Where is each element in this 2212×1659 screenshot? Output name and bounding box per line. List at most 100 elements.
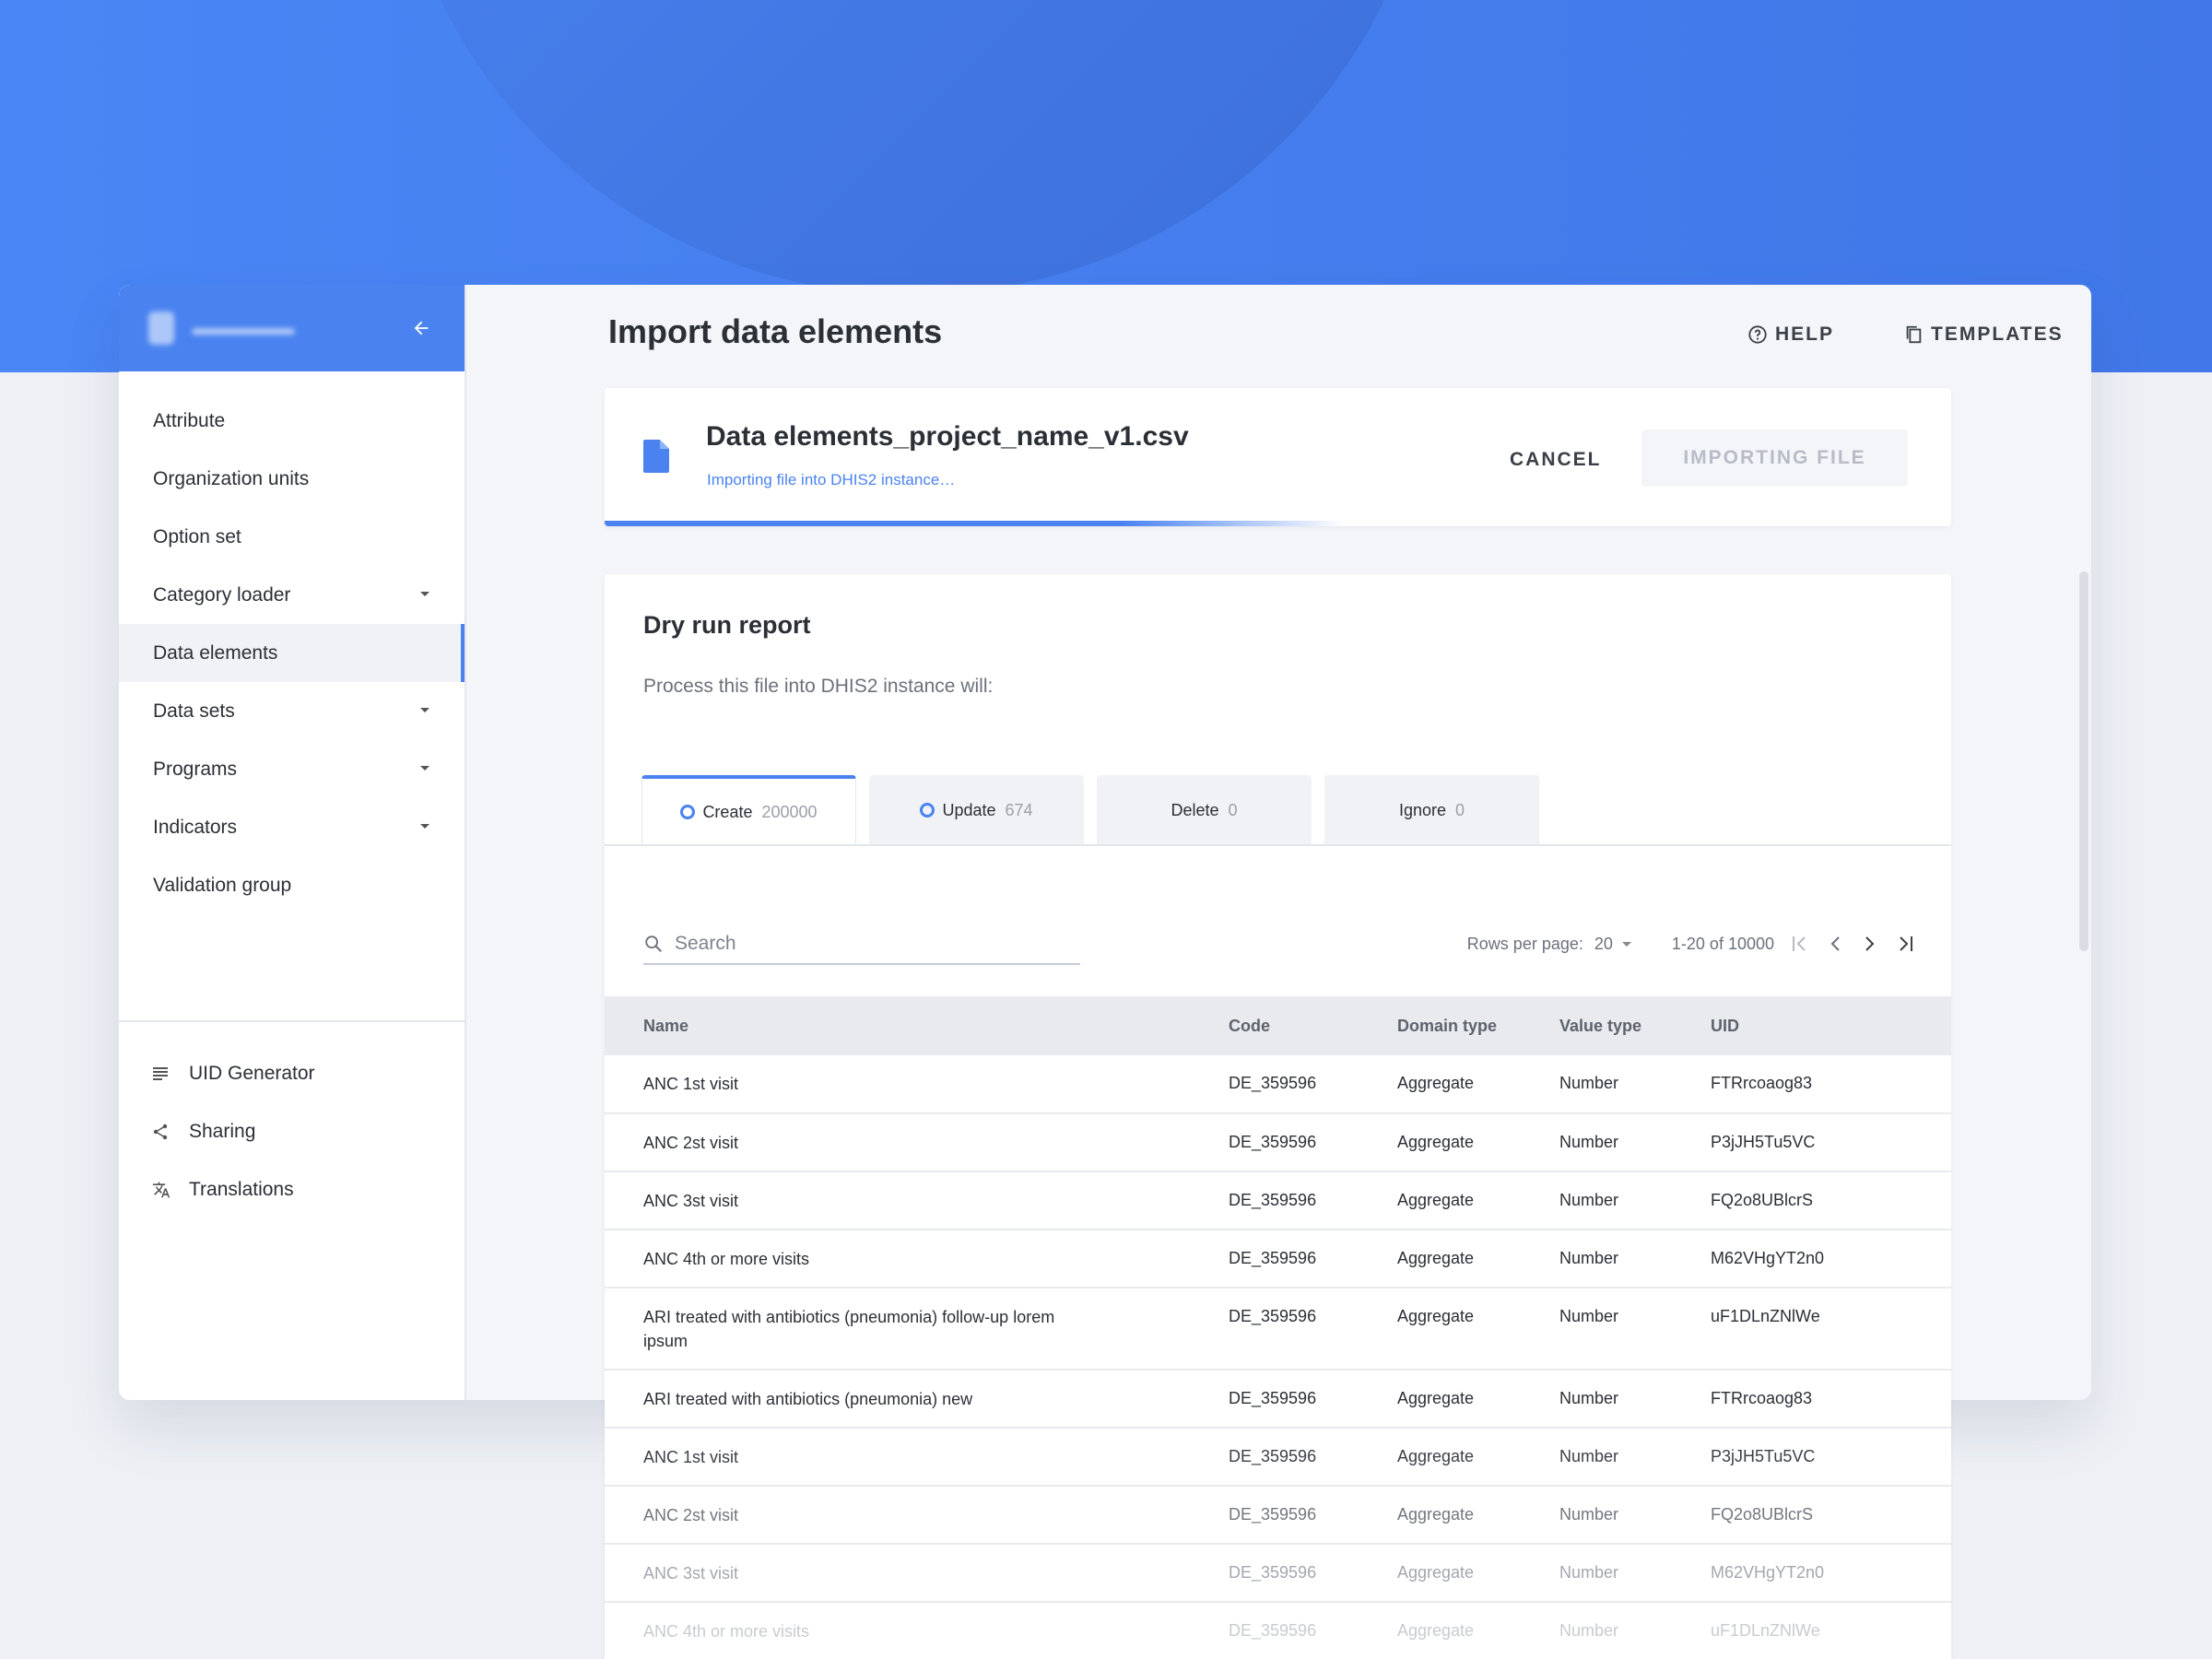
chevron-right-icon [1865, 936, 1875, 951]
sidebar-item-label: Translations [189, 1178, 294, 1200]
tab-delete[interactable]: Delete 0 [1097, 775, 1312, 845]
importing-file-button[interactable]: IMPORTING FILE [1641, 429, 1908, 487]
search-input[interactable] [675, 933, 1062, 955]
column-header-name[interactable]: Name [605, 996, 1229, 1055]
app-brand: ▬▬▬▬▬ [193, 316, 294, 339]
table-row[interactable]: ANC 4th or more visits DE_359596 Aggregate… [605, 1602, 1951, 1659]
cell-text: Aggregate [1397, 1249, 1475, 1267]
table-cell: DE_359596 [1229, 1544, 1397, 1603]
sidebar-item-data-elements[interactable]: Data elements [119, 624, 465, 682]
templates-label: TEMPLATES [1931, 324, 2064, 345]
table-row[interactable]: ANC 1st visit DE_359596 Aggregate Number FTR… [605, 1055, 1951, 1114]
table-cell: ANC 3st visit [605, 1544, 1229, 1603]
cell-text: ANC 3st visit [643, 1564, 739, 1583]
data-elements-table: Name Code Domain type Value type UID ANC… [605, 996, 1951, 1659]
rows-per-page-label: Rows per page: [1466, 934, 1583, 953]
table-cell: Number [1559, 1428, 1711, 1487]
sidebar-item-indicators[interactable]: Indicators [119, 798, 465, 856]
cell-text: Number [1559, 1505, 1619, 1524]
sidebar-item-label: Organization units [153, 467, 310, 489]
sidebar: ▬▬▬▬▬ Attribute Organization units Option … [119, 285, 466, 1400]
scrollbar[interactable] [2079, 571, 2088, 951]
sidebar-item-option-set[interactable]: Option set [119, 508, 465, 566]
table-cell: Number [1559, 1486, 1711, 1545]
templates-button[interactable]: TEMPLATES [1903, 324, 2064, 346]
sidebar-item-data-sets[interactable]: Data sets [119, 682, 465, 740]
column-header-domain-type[interactable]: Domain type [1397, 996, 1559, 1055]
sidebar-header: ▬▬▬▬▬ [119, 285, 465, 371]
tab-count: 674 [1005, 800, 1033, 819]
table-cell: P3jJH5Tu5VC [1711, 1113, 1951, 1172]
table-cell: P3jJH5Tu5VC [1711, 1428, 1951, 1487]
sidebar-divider [119, 1020, 465, 1022]
tab-ignore[interactable]: Ignore 0 [1324, 775, 1539, 845]
table-row[interactable]: ANC 1st visit DE_359596 Aggregate Number P3j… [605, 1428, 1951, 1487]
table-cell: uF1DLnZNlWe [1711, 1602, 1951, 1659]
cell-text: ANC 2st visit [643, 1134, 739, 1152]
copy-icon [1903, 324, 1924, 346]
table-cell: Number [1559, 1055, 1711, 1114]
table-row[interactable]: ANC 3st visit DE_359596 Aggregate Number M62… [605, 1544, 1951, 1603]
column-header-code[interactable]: Code [1229, 996, 1397, 1055]
cell-text: P3jJH5Tu5VC [1711, 1133, 1816, 1151]
app-window: ▬▬▬▬▬ Attribute Organization units Option … [119, 285, 2091, 1659]
tab-create[interactable]: Create 200000 [641, 775, 856, 845]
report-title: Dry run report [643, 611, 811, 639]
table-cell: Number [1559, 1544, 1711, 1603]
import-progress-fill [605, 521, 1346, 526]
help-button[interactable]: HELP [1747, 324, 1834, 346]
table-cell: ANC 1st visit [605, 1055, 1229, 1114]
cell-text: ANC 1st visit [643, 1075, 739, 1093]
cell-text: DE_359596 [1229, 1447, 1317, 1465]
help-label: HELP [1775, 324, 1835, 345]
tab-label: Update [942, 800, 996, 819]
sidebar-item-organization-units[interactable]: Organization units [119, 450, 465, 508]
next-page-button[interactable] [1861, 934, 1879, 954]
table-cell: DE_359596 [1229, 1171, 1397, 1230]
collapse-sidebar-button[interactable] [406, 312, 437, 344]
table-cell: ANC 1st visit [605, 1428, 1229, 1487]
table-cell: DE_359596 [1229, 1113, 1397, 1172]
table-cell: ANC 3st visit [605, 1171, 1229, 1230]
tab-update[interactable]: Update 674 [869, 775, 1084, 845]
column-header-value-type[interactable]: Value type [1559, 996, 1711, 1055]
table-row[interactable]: ANC 2st visit DE_359596 Aggregate Number FQ2… [605, 1486, 1951, 1545]
sidebar-item-uid-generator[interactable]: UID Generator [119, 1044, 465, 1102]
cell-text: P3jJH5Tu5VC [1711, 1447, 1816, 1465]
table-row[interactable]: ARI treated with antibiotics (pneumonia)… [605, 1288, 1951, 1371]
column-header-uid[interactable]: UID [1711, 996, 1951, 1055]
table-row[interactable]: ANC 4th or more visits DE_359596 Aggregate… [605, 1230, 1951, 1288]
search-field[interactable] [643, 924, 1080, 965]
table-cell: Aggregate [1397, 1113, 1559, 1172]
cell-text: ARI treated with antibiotics (pneumonia)… [643, 1308, 1055, 1350]
table-row[interactable]: ARI treated with antibiotics (pneumonia)… [605, 1370, 1951, 1429]
table-cell: Number [1559, 1602, 1711, 1659]
table-cell: DE_359596 [1229, 1602, 1397, 1659]
previous-page-button[interactable] [1826, 934, 1844, 954]
tab-count: 0 [1455, 800, 1465, 819]
sidebar-item-attribute[interactable]: Attribute [119, 392, 465, 450]
caret-down-icon [420, 766, 429, 771]
table-row[interactable]: ANC 2st visit DE_359596 Aggregate Number P3j… [605, 1113, 1951, 1172]
sidebar-nav: Attribute Organization units Option set Cat… [119, 371, 465, 914]
result-tabs: Create 200000 Update 674 Delete 0 Ignore 0 [641, 775, 1539, 845]
caret-down-icon [1621, 941, 1631, 947]
first-page-button[interactable] [1791, 934, 1809, 954]
main-content: Import data elements HELP TEMPLATES Data… [466, 285, 2091, 1659]
tab-label: Ignore [1398, 800, 1447, 819]
cancel-button[interactable]: CANCEL [1510, 449, 1602, 471]
sidebar-item-sharing[interactable]: Sharing [119, 1102, 465, 1160]
sidebar-item-translations[interactable]: Translations [119, 1160, 465, 1218]
cell-text: Aggregate [1397, 1621, 1475, 1640]
last-page-button[interactable] [1896, 934, 1914, 954]
cell-text: ANC 2st visit [643, 1506, 739, 1524]
sidebar-item-programs[interactable]: Programs [119, 740, 465, 798]
sidebar-item-validation-group[interactable]: Validation group [119, 856, 465, 914]
rows-per-page-select[interactable]: 20 [1594, 935, 1631, 954]
table-cell: DE_359596 [1229, 1370, 1397, 1429]
cell-text: DE_359596 [1229, 1621, 1317, 1640]
sidebar-item-category-loader[interactable]: Category loader [119, 566, 465, 624]
cell-text: Aggregate [1397, 1389, 1475, 1407]
cell-text: ANC 3st visit [643, 1192, 739, 1210]
table-row[interactable]: ANC 3st visit DE_359596 Aggregate Number FQ2… [605, 1171, 1951, 1230]
